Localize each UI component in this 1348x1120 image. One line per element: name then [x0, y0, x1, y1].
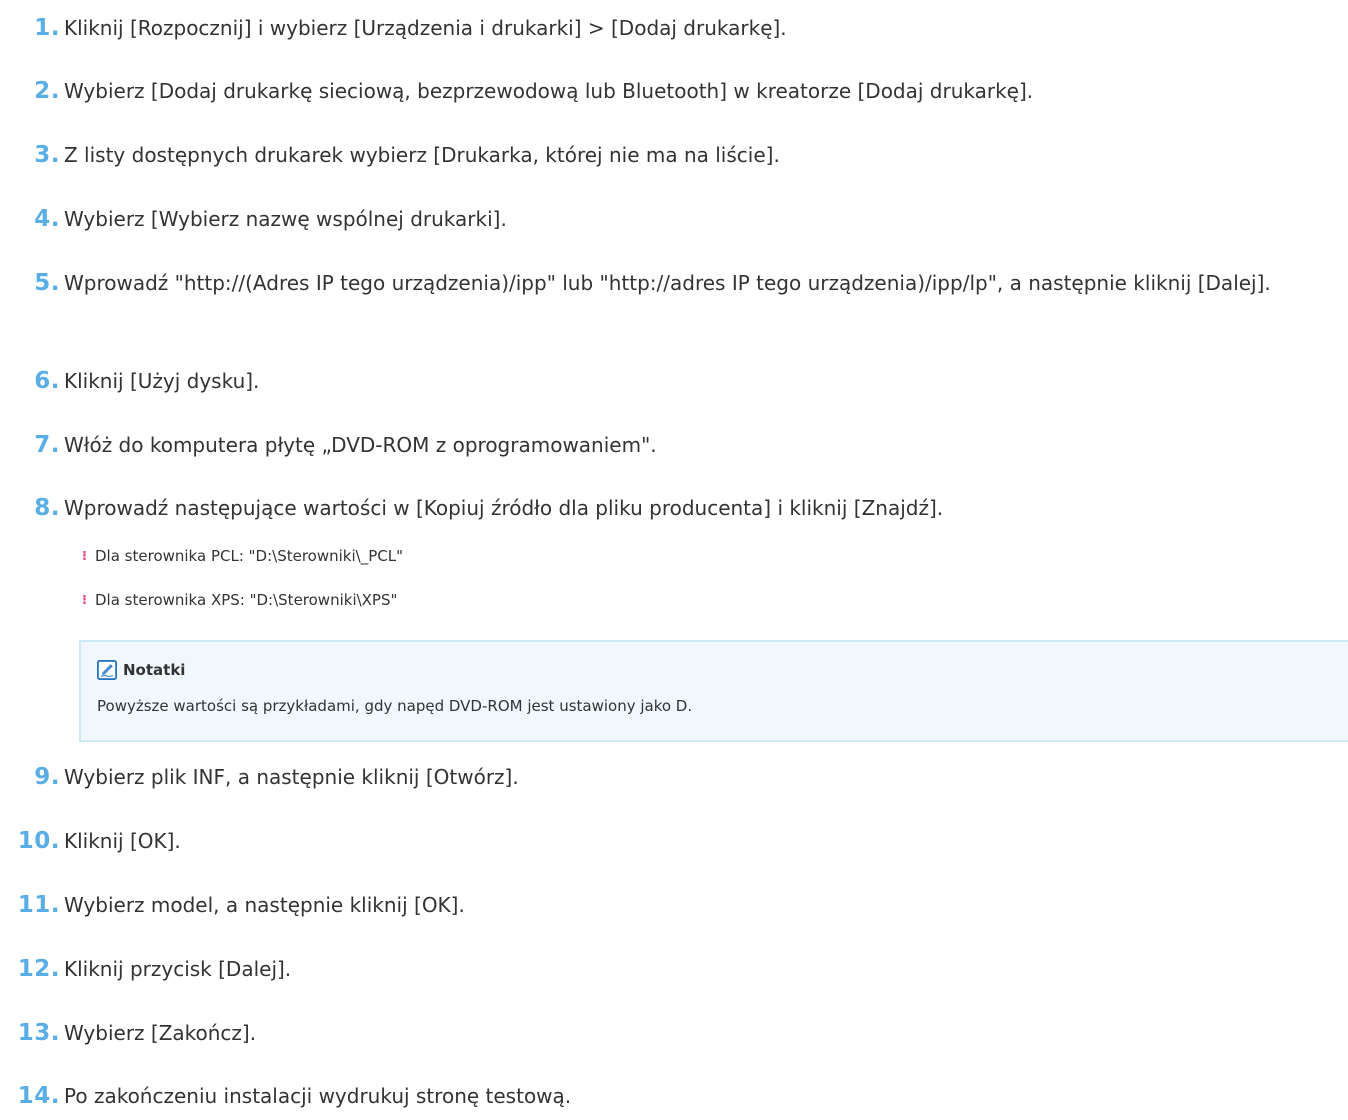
step-text: Kliknij przycisk [Dalej].	[64, 957, 292, 981]
note-header: Notatki	[97, 659, 185, 681]
note-body: Powyższe wartości są przykładami, gdy na…	[97, 697, 693, 715]
bullet-arrow-icon: ⁝	[82, 549, 87, 564]
note-title: Notatki	[123, 661, 186, 679]
step-text: Kliknij [OK].	[64, 829, 181, 853]
note-box: Notatki Powyższe wartości są przykładami…	[79, 640, 1348, 742]
step-number: 1.	[34, 15, 60, 41]
step-number: 8.	[34, 495, 60, 521]
bullet-text: Dla sterownika PCL: "D:\Sterowniki\_PCL"	[95, 547, 403, 565]
step-number: 14.	[17, 1083, 60, 1109]
bullet-text: Dla sterownika XPS: "D:\Sterowniki\XPS"	[95, 591, 398, 609]
step-number: 11.	[17, 892, 60, 918]
step-text: Po zakończeniu instalacji wydrukuj stron…	[64, 1084, 572, 1108]
step-number: 9.	[34, 764, 60, 790]
step-number: 3.	[34, 142, 60, 168]
bullet-arrow-icon: ⁝	[82, 593, 87, 608]
step-text: Włóż do komputera płytę „DVD-ROM z oprog…	[64, 433, 657, 457]
step-text: Wybierz [Dodaj drukarkę sieciową, bezprz…	[64, 79, 1034, 103]
step-text: Wybierz model, a następnie kliknij [OK].	[64, 893, 465, 917]
step-text: Kliknij [Użyj dysku].	[64, 369, 260, 393]
step-text: Z listy dostępnych drukarek wybierz [Dru…	[64, 143, 780, 167]
step-number: 6.	[34, 368, 60, 394]
step-number: 2.	[34, 78, 60, 104]
step-number: 12.	[17, 956, 60, 982]
bullet-item: ⁝ Dla sterownika XPS: "D:\Sterowniki\XPS"	[82, 590, 397, 612]
step-number: 10.	[17, 828, 60, 854]
step-text: Wprowadź następujące wartości w [Kopiuj …	[64, 496, 944, 520]
step-text: Wybierz [Wybierz nazwę wspólnej drukarki…	[64, 207, 507, 231]
step-number: 7.	[34, 432, 60, 458]
step-text: Kliknij [Rozpocznij] i wybierz [Urządzen…	[64, 16, 787, 40]
step-text: Wprowadź "http://(Adres IP tego urządzen…	[64, 271, 1271, 295]
step-text: Wybierz plik INF, a następnie kliknij [O…	[64, 765, 519, 789]
step-number: 5.	[34, 270, 60, 296]
bullet-item: ⁝ Dla sterownika PCL: "D:\Sterowniki\_PCL…	[82, 546, 403, 568]
step-text: Wybierz [Zakończ].	[64, 1021, 257, 1045]
step-number: 13.	[17, 1020, 60, 1046]
step-number: 4.	[34, 206, 60, 232]
pencil-note-icon	[97, 660, 117, 680]
